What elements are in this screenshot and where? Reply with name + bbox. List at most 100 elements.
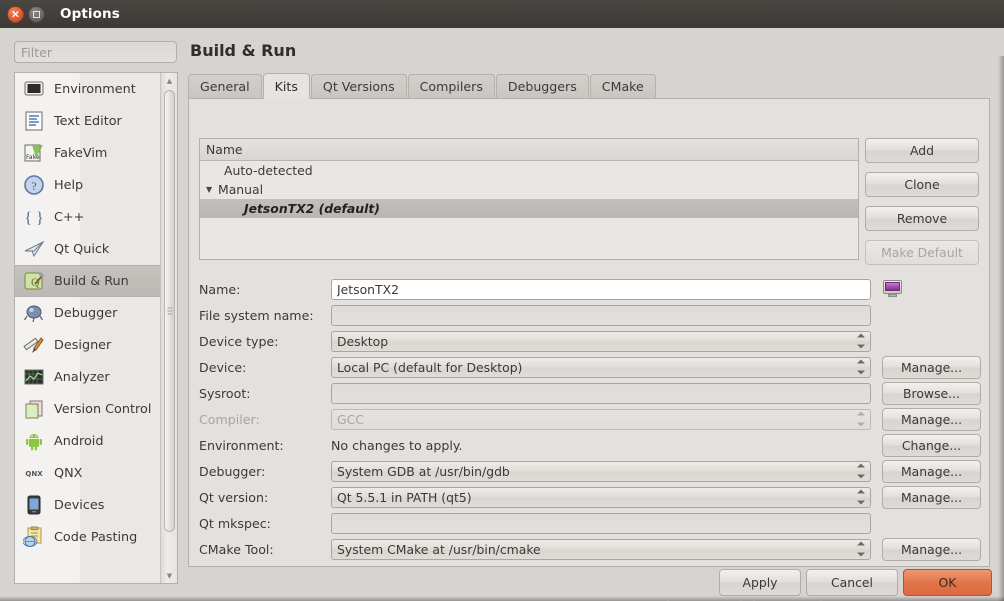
ok-button[interactable]: OK xyxy=(903,569,992,596)
form-row-compiler: Compiler: GCC Manage... xyxy=(199,406,981,432)
tab-debuggers[interactable]: Debuggers xyxy=(495,74,589,98)
qt-version-manage-button[interactable]: Manage... xyxy=(882,485,981,509)
add-button[interactable]: Add xyxy=(865,138,979,163)
tab-kits[interactable]: Kits xyxy=(262,73,310,99)
sidebar: Environment Text Editor Fake FakeVim? Help { … xyxy=(14,72,178,584)
kit-group-row[interactable]: ▼ Manual xyxy=(200,180,858,199)
sidebar-item-label: Devices xyxy=(54,497,105,513)
filter-input[interactable] xyxy=(14,41,177,63)
cmake-tool-combobox[interactable]: System CMake at /usr/bin/cmake xyxy=(331,538,871,560)
device-type-combobox[interactable]: Desktop xyxy=(331,330,871,352)
sidebar-item-version-control[interactable]: Version Control xyxy=(15,393,161,425)
sidebar-item-analyzer[interactable]: Analyzer xyxy=(15,361,161,393)
clone-button[interactable]: Clone xyxy=(865,172,979,197)
kit-monitor-icon[interactable] xyxy=(882,280,903,298)
sidebar-item-fakevim[interactable]: Fake FakeVim xyxy=(15,137,161,169)
form-row-sysroot: Sysroot: Browse... xyxy=(199,380,981,406)
sidebar-item-debugger[interactable]: Debugger xyxy=(15,297,161,329)
close-icon[interactable]: × xyxy=(7,5,24,23)
side-slot-debugger: Manage... xyxy=(882,459,981,483)
scroll-up-icon[interactable]: ▲ xyxy=(161,73,177,88)
environment-change-button[interactable]: Change... xyxy=(882,433,981,457)
scrollbar-grip-icon xyxy=(167,307,172,315)
sidebar-item-help[interactable]: ? Help xyxy=(15,169,161,201)
sidebar-item-text-editor[interactable]: Text Editor xyxy=(15,105,161,137)
kit-form: Name: File system name: Device type: Deskto… xyxy=(199,276,981,562)
sidebar-item-devices[interactable]: Devices xyxy=(15,489,161,521)
environment-value: No changes to apply. xyxy=(331,437,463,453)
combobox-arrows-icon[interactable] xyxy=(856,463,865,479)
remove-button[interactable]: Remove xyxy=(865,206,979,231)
combobox-arrows-icon[interactable] xyxy=(856,541,865,557)
sidebar-item-label: Designer xyxy=(54,337,112,353)
label-debugger: Debugger: xyxy=(199,463,266,479)
sidebar-item-label: Build & Run xyxy=(54,273,129,289)
sidebar-item-label: QNX xyxy=(54,465,83,481)
label-qt-mkspec: Qt mkspec: xyxy=(199,515,271,531)
android-robot-icon xyxy=(23,430,45,452)
kit-group-row[interactable]: Auto-detected xyxy=(200,161,858,180)
sidebar-scrollbar[interactable]: ▲ ▼ xyxy=(160,73,177,583)
kits-panel: Name Auto-detected ▼ Manual JetsonTX2 (defa… xyxy=(188,99,990,567)
device-manage-button[interactable]: Manage... xyxy=(882,355,981,379)
sidebar-item-label: Android xyxy=(54,433,104,449)
cancel-button[interactable]: Cancel xyxy=(806,569,898,596)
qt-version-combobox[interactable]: Qt 5.5.1 in PATH (qt5) xyxy=(331,486,871,508)
device-combobox[interactable]: Local PC (default for Desktop) xyxy=(331,356,871,378)
combobox-arrows-icon[interactable] xyxy=(856,333,865,349)
maximize-glyph xyxy=(33,10,40,18)
document-text-icon xyxy=(23,110,45,132)
options-dialog-window: × Options EnvironmentText EditorFakeFake… xyxy=(0,0,1004,601)
qt-mkspec-input[interactable] xyxy=(331,512,871,534)
chevron-down-icon[interactable]: ▼ xyxy=(206,185,218,194)
side-slot-sysroot: Browse... xyxy=(882,381,981,405)
clipboard-globe-icon xyxy=(22,526,45,548)
control-wrap-qt-version: Qt 5.5.1 in PATH (qt5) xyxy=(331,486,871,508)
svg-text:{ }: { } xyxy=(24,210,43,227)
sidebar-item-designer[interactable]: Designer xyxy=(15,329,161,361)
sidebar-item-build-run[interactable]: Q Build & Run xyxy=(15,265,161,297)
tab-cmake[interactable]: CMake xyxy=(589,74,656,98)
combobox-arrows-icon[interactable] xyxy=(856,489,865,505)
sysroot-browse-button[interactable]: Browse... xyxy=(882,381,981,405)
combobox-arrows-icon[interactable] xyxy=(856,359,865,375)
name-input[interactable] xyxy=(331,278,871,300)
documents-icon xyxy=(23,398,45,420)
tab-compilers[interactable]: Compilers xyxy=(407,74,495,98)
maximize-icon[interactable] xyxy=(28,5,45,23)
sidebar-item-c[interactable]: { } C++ xyxy=(15,201,161,233)
sidebar-item-qt-quick[interactable]: Qt Quick xyxy=(15,233,161,265)
kit-list-item[interactable]: JetsonTX2 (default) xyxy=(200,199,858,218)
scrollbar-thumb[interactable] xyxy=(164,90,175,532)
cmake-tool-manage-button[interactable]: Manage... xyxy=(882,537,981,561)
sidebar-item-label: Debugger xyxy=(54,305,118,321)
paper-plane-icon xyxy=(23,238,45,260)
window-title: Options xyxy=(60,6,120,22)
kit-action-buttons: Add Clone Remove Make Default xyxy=(865,138,979,265)
qnx-icon: QNX xyxy=(23,462,45,484)
side-slot-device: Manage... xyxy=(882,355,981,379)
sidebar-item-environment[interactable]: Environment xyxy=(15,73,161,105)
svg-text:?: ? xyxy=(31,179,36,193)
compiler-manage-button[interactable]: Manage... xyxy=(882,407,981,431)
tab-general[interactable]: General xyxy=(188,74,262,98)
sidebar-item-label: FakeVim xyxy=(54,145,108,161)
kits-tree[interactable]: Name Auto-detected ▼ Manual JetsonTX2 (defa… xyxy=(199,138,859,260)
tab-qt-versions[interactable]: Qt Versions xyxy=(310,74,407,98)
sidebar-item-qnx[interactable]: QNX QNX xyxy=(15,457,161,489)
combobox-arrows-icon[interactable] xyxy=(856,411,865,427)
debugger-combobox[interactable]: System GDB at /usr/bin/gdb xyxy=(331,460,871,482)
form-row-qt-version: Qt version: Qt 5.5.1 in PATH (qt5) Manage.… xyxy=(199,484,981,510)
sidebar-item-android[interactable]: Android xyxy=(15,425,161,457)
sidebar-item-code-pasting[interactable]: Code Pasting xyxy=(15,521,161,553)
sysroot-input[interactable] xyxy=(331,382,871,404)
debugger-manage-button[interactable]: Manage... xyxy=(882,459,981,483)
label-device-type: Device type: xyxy=(199,333,279,349)
monitor-icon xyxy=(23,78,45,100)
sidebar-item-label: Version Control xyxy=(54,401,152,417)
label-file-system-name: File system name: xyxy=(199,307,314,323)
svg-text:QNX: QNX xyxy=(25,470,43,478)
apply-button[interactable]: Apply xyxy=(719,569,801,596)
file-system-name-input[interactable] xyxy=(331,304,871,326)
label-cmake-tool: CMake Tool: xyxy=(199,541,274,557)
